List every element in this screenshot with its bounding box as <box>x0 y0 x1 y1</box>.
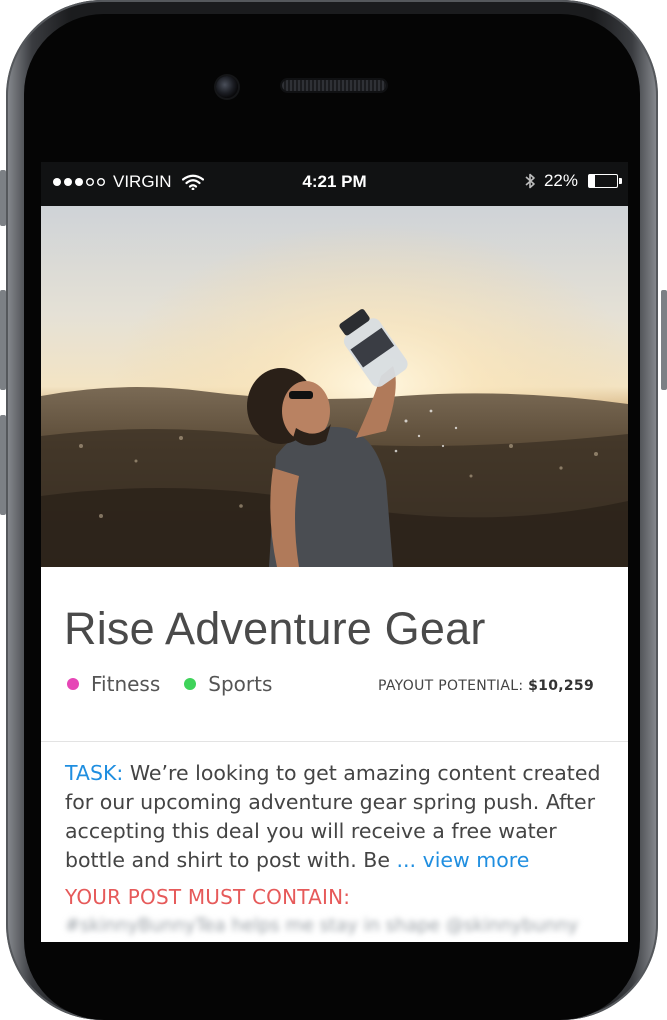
phone-screen: VIRGIN 4:21 PM 22% Rise Adventure Gear F… <box>41 162 628 942</box>
status-right: 22% <box>524 171 622 191</box>
battery-level-fill <box>589 175 596 187</box>
earpiece-speaker <box>282 80 386 91</box>
payout-label: PAYOUT POTENTIAL: <box>378 678 524 694</box>
bluetooth-icon <box>525 173 535 189</box>
mute-switch <box>0 170 6 226</box>
hero-photo <box>41 206 628 567</box>
view-more-link[interactable]: ... view more <box>397 848 530 872</box>
power-button <box>661 290 667 390</box>
tag-sports[interactable]: Sports <box>184 672 272 696</box>
campaign-title: Rise Adventure Gear <box>64 603 486 654</box>
front-camera-icon <box>216 76 238 98</box>
volume-up-button <box>0 290 6 390</box>
divider <box>41 741 628 742</box>
tag-dot-icon <box>184 678 197 690</box>
task-label: TASK: <box>65 761 124 785</box>
tag-label: Fitness <box>91 672 161 696</box>
campaign-card[interactable]: Rise Adventure Gear Fitness Sports PAYOU… <box>41 567 628 942</box>
tag-label: Sports <box>208 672 273 696</box>
battery-icon <box>588 174 622 188</box>
battery-percent: 22% <box>543 171 578 190</box>
payout-potential: PAYOUT POTENTIAL: $10,259 <box>378 678 594 694</box>
tag-dot-icon <box>67 678 79 690</box>
task-description: TASK: We’re looking to get amazing conte… <box>65 759 613 875</box>
volume-down-button <box>0 415 6 515</box>
man-drinking-from-water-bottle-photo <box>41 206 628 567</box>
must-contain-label: YOUR POST MUST CONTAIN: <box>65 885 351 909</box>
tag-list: Fitness Sports <box>67 672 296 696</box>
status-bar: VIRGIN 4:21 PM 22% <box>41 162 628 206</box>
must-contain-blurred-text: #skinnyBunnyTea helps me stay in shape @… <box>65 915 579 936</box>
tag-fitness[interactable]: Fitness <box>67 672 160 696</box>
payout-value: $10,259 <box>528 678 594 694</box>
